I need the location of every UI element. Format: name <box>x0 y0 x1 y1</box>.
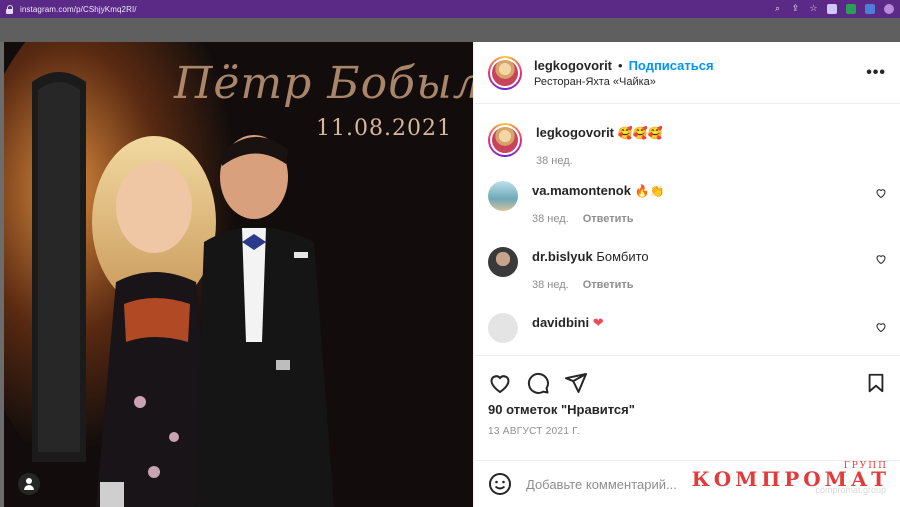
comment-icon[interactable] <box>526 371 550 395</box>
extension-icon[interactable] <box>827 4 837 14</box>
post-panel: legkogovorit • Подписаться Ресторан-Яхта… <box>473 42 900 507</box>
comment-item: davidbini ❤ <box>488 313 887 343</box>
like-comment-icon[interactable] <box>875 187 887 199</box>
extension-icon[interactable] <box>846 4 856 14</box>
lock-icon <box>6 4 14 14</box>
post-photo[interactable]: Пётр Бобылё 11.08.2021 <box>4 42 473 507</box>
comment-time[interactable]: 38 нед. <box>532 279 569 291</box>
share-icon[interactable]: ⇪ <box>791 4 800 14</box>
commenter-username[interactable]: dr.bislyuk <box>532 249 593 264</box>
emoji-icon[interactable] <box>488 472 512 496</box>
watermark-domain: compromat.group <box>815 485 886 495</box>
profile-icon[interactable] <box>884 4 894 14</box>
like-icon[interactable] <box>488 371 512 395</box>
comment-text: 🔥👏 <box>634 184 665 198</box>
post-date[interactable]: 13 АВГУСТ 2021 Г. <box>474 426 900 437</box>
user-tag-icon[interactable] <box>18 473 40 495</box>
commenter-username[interactable]: va.mamontenok <box>532 183 631 198</box>
address-bar-url[interactable]: instagram.com/p/CShjyKmq2RI/ <box>20 5 137 14</box>
post-header: legkogovorit • Подписаться Ресторан-Яхта… <box>474 42 900 104</box>
commenter-avatar[interactable] <box>488 247 518 277</box>
comment-text: ❤ <box>592 316 604 331</box>
bookmark-icon[interactable] <box>865 372 887 394</box>
author-username[interactable]: legkogovorit <box>534 58 612 73</box>
extension-icon[interactable] <box>865 4 875 14</box>
reply-button[interactable]: Ответить <box>583 213 634 225</box>
commenter-username[interactable]: davidbini <box>532 315 589 330</box>
share-icon[interactable] <box>564 371 588 395</box>
comment-item: dr.bislyuk Бомбито 38 нед. Ответить <box>488 247 887 291</box>
browser-toolbar: ⌕ ⇪ ☆ <box>773 4 894 14</box>
reply-button[interactable]: Ответить <box>583 279 634 291</box>
caption-text: 🥰🥰🥰 <box>617 126 663 140</box>
commenter-avatar[interactable] <box>488 181 518 211</box>
like-comment-icon[interactable] <box>875 253 887 265</box>
caption-avatar[interactable] <box>488 123 522 157</box>
background-page-strip <box>0 18 900 42</box>
search-icon[interactable]: ⌕ <box>773 4 782 14</box>
author-avatar[interactable] <box>488 55 522 90</box>
separator-dot: • <box>618 57 623 73</box>
caption: legkogovorit 🥰🥰🥰 38 нед. <box>488 123 887 167</box>
star-icon[interactable]: ☆ <box>809 4 818 14</box>
comments-list[interactable]: legkogovorit 🥰🥰🥰 38 нед. va.mamontenok 🔥… <box>474 105 900 355</box>
caption-username[interactable]: legkogovorit <box>536 125 614 140</box>
header-text: legkogovorit • Подписаться Ресторан-Яхта… <box>534 58 714 88</box>
photo-date-text: 11.08.2021 <box>316 116 452 141</box>
photo-script-text: Пётр Бобылё <box>174 58 473 109</box>
browser-bar: instagram.com/p/CShjyKmq2RI/ ⌕ ⇪ ☆ <box>0 0 900 18</box>
comment-time[interactable]: 38 нед. <box>532 213 569 225</box>
more-options-icon[interactable]: ••• <box>866 64 886 82</box>
likes-count[interactable]: 90 отметок "Нравится" <box>474 402 900 417</box>
follow-button[interactable]: Подписаться <box>629 58 714 73</box>
like-comment-icon[interactable] <box>875 321 887 333</box>
comment-item: va.mamontenok 🔥👏 38 нед. Ответить <box>488 181 887 225</box>
photo-illustration <box>4 42 473 507</box>
comment-input[interactable]: Добавьте комментарий... <box>526 477 677 492</box>
commenter-avatar[interactable] <box>488 313 518 343</box>
caption-time[interactable]: 38 нед. <box>536 155 573 167</box>
comment-text: Бомбито <box>596 249 649 264</box>
post-location[interactable]: Ресторан-Яхта «Чайка» <box>534 76 714 88</box>
